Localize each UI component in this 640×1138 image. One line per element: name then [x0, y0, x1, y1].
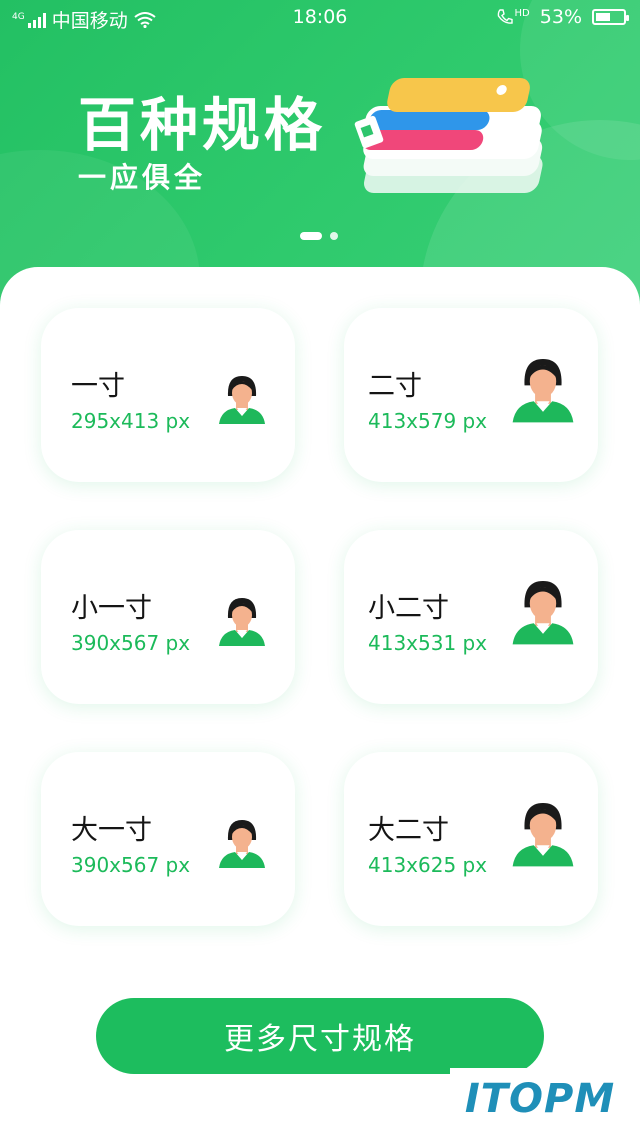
banner-subtitle: 一应俱全	[78, 161, 207, 194]
size-dimensions: 413x579 px	[368, 409, 488, 433]
size-dimensions: 413x625 px	[368, 853, 488, 877]
size-card-3[interactable]: 小一寸 390x567 px	[41, 530, 295, 704]
portrait-icon	[219, 598, 265, 646]
hd-call-icon: HD	[496, 8, 530, 26]
size-card-5[interactable]: 大一寸 390x567 px	[41, 752, 295, 926]
portrait-icon	[219, 376, 265, 424]
size-card-4[interactable]: 小二寸 413x531 px	[344, 530, 598, 704]
carousel-dot-active[interactable]	[300, 232, 322, 240]
size-name: 小二寸	[368, 593, 449, 624]
size-card-6[interactable]: 大二寸 413x625 px	[344, 752, 598, 926]
portrait-icon	[512, 802, 574, 867]
status-bar: 4G 中国移动 18:06 HD 53%	[0, 0, 640, 34]
size-card-2[interactable]: 二寸 413x579 px	[344, 308, 598, 482]
watermark-logo: ITOPM	[450, 1068, 630, 1130]
size-dimensions: 390x567 px	[71, 631, 191, 655]
size-name: 一寸	[71, 371, 125, 402]
hd-label: HD	[514, 8, 530, 19]
size-name: 大一寸	[71, 815, 152, 846]
carousel-indicator[interactable]	[300, 232, 338, 240]
banner-title: 百种规格	[78, 91, 327, 159]
size-name: 大二寸	[368, 815, 449, 846]
battery-level	[596, 13, 610, 21]
size-card-1[interactable]: 一寸 295x413 px	[41, 308, 295, 482]
battery-percent: 53%	[539, 6, 582, 28]
phone-icon	[497, 9, 513, 24]
size-name: 小一寸	[71, 593, 152, 624]
size-dimensions: 295x413 px	[71, 409, 191, 433]
size-dimensions: 390x567 px	[71, 853, 191, 877]
portrait-icon	[512, 580, 574, 645]
carousel-dot[interactable]	[330, 232, 338, 240]
portrait-icon	[512, 358, 574, 423]
photo-stack-illustration	[354, 78, 543, 193]
more-sizes-button[interactable]: 更多尺寸规格	[96, 998, 544, 1074]
size-name: 二寸	[368, 371, 422, 402]
battery-icon	[592, 9, 629, 25]
portrait-icon	[219, 820, 265, 868]
size-dimensions: 413x531 px	[368, 631, 488, 655]
